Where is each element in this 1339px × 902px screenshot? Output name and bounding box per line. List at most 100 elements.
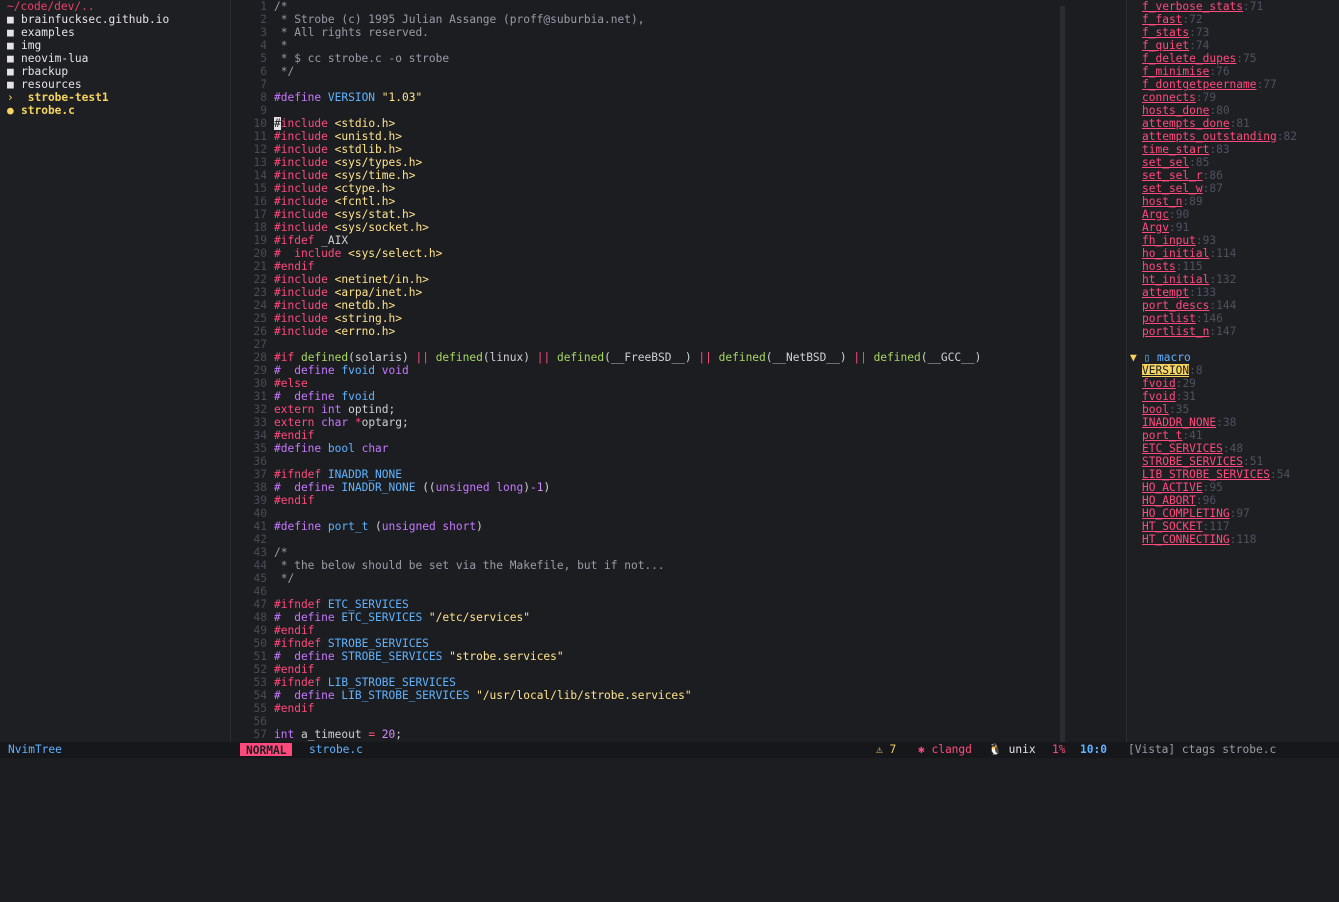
code-line[interactable]: 9 bbox=[231, 104, 1126, 117]
symbol-entry[interactable]: ht_initial:132 bbox=[1127, 273, 1339, 286]
code-line[interactable]: 38 # define INADDR_NONE ((unsigned long)-… bbox=[231, 481, 1126, 494]
symbol-entry[interactable]: attempts_outstanding:82 bbox=[1127, 130, 1339, 143]
command-line[interactable] bbox=[0, 758, 1339, 771]
code-line[interactable]: 3 * All rights reserved. bbox=[231, 26, 1126, 39]
code-line[interactable]: 50 #ifndef STROBE_SERVICES bbox=[231, 637, 1126, 650]
symbol-entry[interactable]: HO_ABORT:96 bbox=[1127, 494, 1339, 507]
symbol-entry[interactable]: f_fast:72 bbox=[1127, 13, 1339, 26]
symbol-entry[interactable]: f_verbose_stats:71 bbox=[1127, 0, 1339, 13]
symbol-entry[interactable]: port_t:41 bbox=[1127, 429, 1339, 442]
tree-item[interactable]: ● strobe.c bbox=[0, 104, 230, 117]
file-tree-pane[interactable]: ~/code/dev/.. ■ brainfucksec.github.io ■ ex… bbox=[0, 0, 230, 742]
symbol-entry[interactable]: ho_initial:114 bbox=[1127, 247, 1339, 260]
symbol-entry[interactable]: portlist:146 bbox=[1127, 312, 1339, 325]
code-line[interactable]: 27 bbox=[231, 338, 1126, 351]
editor-scrollbar[interactable] bbox=[1060, 6, 1065, 742]
symbol-entry[interactable]: set_sel:85 bbox=[1127, 156, 1339, 169]
code-line[interactable]: 11 #include <unistd.h> bbox=[231, 130, 1126, 143]
symbol-entry[interactable]: portlist_n:147 bbox=[1127, 325, 1339, 338]
code-line[interactable]: 20 # include <sys/select.h> bbox=[231, 247, 1126, 260]
code-line[interactable]: 5 * $ cc strobe.c -o strobe bbox=[231, 52, 1126, 65]
code-line[interactable]: 51 # define STROBE_SERVICES "strobe.servi… bbox=[231, 650, 1126, 663]
code-line[interactable]: 56 bbox=[231, 715, 1126, 728]
code-line[interactable]: 57 int a_timeout = 20; bbox=[231, 728, 1126, 741]
code-line[interactable]: 52 #endif bbox=[231, 663, 1126, 676]
code-line[interactable]: 34 #endif bbox=[231, 429, 1126, 442]
code-line[interactable]: 46 bbox=[231, 585, 1126, 598]
code-line[interactable]: 39 #endif bbox=[231, 494, 1126, 507]
symbol-entry[interactable]: connects:79 bbox=[1127, 91, 1339, 104]
code-line[interactable]: 10 #include <stdio.h> bbox=[231, 117, 1126, 130]
tree-item[interactable]: ■ img bbox=[0, 39, 230, 52]
symbol-entry[interactable]: hosts:115 bbox=[1127, 260, 1339, 273]
symbol-entry[interactable]: STROBE_SERVICES:51 bbox=[1127, 455, 1339, 468]
symbol-entry[interactable]: Argc:90 bbox=[1127, 208, 1339, 221]
code-line[interactable]: 4 * bbox=[231, 39, 1126, 52]
symbol-entry[interactable]: ETC_SERVICES:48 bbox=[1127, 442, 1339, 455]
code-line[interactable]: 54 # define LIB_STROBE_SERVICES "/usr/loc… bbox=[231, 689, 1126, 702]
code-line[interactable]: 37 #ifndef INADDR_NONE bbox=[231, 468, 1126, 481]
tree-item[interactable]: ■ rbackup bbox=[0, 65, 230, 78]
symbol-entry[interactable]: host_n:89 bbox=[1127, 195, 1339, 208]
symbol-entry[interactable]: f_quiet:74 bbox=[1127, 39, 1339, 52]
diagnostic-warning-count[interactable]: ⚠ 7 bbox=[876, 742, 896, 758]
symbol-entry[interactable]: f_minimise:76 bbox=[1127, 65, 1339, 78]
code-line[interactable]: 13 #include <sys/types.h> bbox=[231, 156, 1126, 169]
symbol-entry[interactable]: port_descs:144 bbox=[1127, 299, 1339, 312]
symbol-entry[interactable]: attempt:133 bbox=[1127, 286, 1339, 299]
collapse-arrow-icon[interactable]: ▼ bbox=[1130, 351, 1137, 364]
code-line[interactable]: 42 bbox=[231, 533, 1126, 546]
symbol-entry[interactable]: hosts_done:80 bbox=[1127, 104, 1339, 117]
symbol-entry[interactable]: fvoid:29 bbox=[1127, 377, 1339, 390]
symbol-entry[interactable]: HT_CONNECTING:118 bbox=[1127, 533, 1339, 546]
code-line[interactable]: 23 #include <arpa/inet.h> bbox=[231, 286, 1126, 299]
symbol-entry[interactable]: fh_input:93 bbox=[1127, 234, 1339, 247]
symbol-entry[interactable]: f_delete_dupes:75 bbox=[1127, 52, 1339, 65]
code-line[interactable]: 29 # define fvoid void bbox=[231, 364, 1126, 377]
code-line[interactable]: 28 #if defined(solaris) || defined(linux)… bbox=[231, 351, 1126, 364]
symbol-entry[interactable]: HO_COMPLETING:97 bbox=[1127, 507, 1339, 520]
code-line[interactable]: 44 * the below should be set via the Mak… bbox=[231, 559, 1126, 572]
tree-item[interactable]: ■ resources bbox=[0, 78, 230, 91]
code-line[interactable]: 12 #include <stdlib.h> bbox=[231, 143, 1126, 156]
code-line[interactable]: 25 #include <string.h> bbox=[231, 312, 1126, 325]
code-line[interactable]: 40 bbox=[231, 507, 1126, 520]
code-line[interactable]: 48 # define ETC_SERVICES "/etc/services" bbox=[231, 611, 1126, 624]
code-line[interactable]: 26 #include <errno.h> bbox=[231, 325, 1126, 338]
symbol-entry[interactable]: f_stats:73 bbox=[1127, 26, 1339, 39]
code-editor-pane[interactable]: 1/* 2 * Strobe (c) 1995 Julian Assange (p… bbox=[231, 0, 1126, 742]
symbol-entry[interactable]: LIB_STROBE_SERVICES:54 bbox=[1127, 468, 1339, 481]
tree-item[interactable]: ■ brainfucksec.github.io bbox=[0, 13, 230, 26]
code-line[interactable]: 24 #include <netdb.h> bbox=[231, 299, 1126, 312]
symbol-entry[interactable]: attempts_done:81 bbox=[1127, 117, 1339, 130]
symbol-entry[interactable]: HT_SOCKET:117 bbox=[1127, 520, 1339, 533]
code-line[interactable]: 8 #define VERSION "1.03" bbox=[231, 91, 1126, 104]
tree-item[interactable]: › strobe-test1 bbox=[0, 91, 230, 104]
code-line[interactable]: 33 extern char *optarg; bbox=[231, 416, 1126, 429]
code-line[interactable]: 15 #include <ctype.h> bbox=[231, 182, 1126, 195]
code-line[interactable]: 41 #define port_t (unsigned short) bbox=[231, 520, 1126, 533]
symbol-entry[interactable]: bool:35 bbox=[1127, 403, 1339, 416]
symbol-entry[interactable]: set_sel_r:86 bbox=[1127, 169, 1339, 182]
code-line[interactable]: 31 # define fvoid bbox=[231, 390, 1126, 403]
vista-section-header[interactable]: ▼ ▯ macro bbox=[1127, 351, 1339, 364]
code-line[interactable]: 2 * Strobe (c) 1995 Julian Assange (prof… bbox=[231, 13, 1126, 26]
symbol-entry[interactable]: set_sel_w:87 bbox=[1127, 182, 1339, 195]
code-line[interactable]: 49 #endif bbox=[231, 624, 1126, 637]
code-line[interactable]: 16 #include <fcntl.h> bbox=[231, 195, 1126, 208]
code-line[interactable]: 14 #include <sys/time.h> bbox=[231, 169, 1126, 182]
symbol-entry[interactable]: time_start:83 bbox=[1127, 143, 1339, 156]
symbol-entry[interactable]: fvoid:31 bbox=[1127, 390, 1339, 403]
code-line[interactable]: 43 /* bbox=[231, 546, 1126, 559]
code-line[interactable]: 1 /* bbox=[231, 0, 1126, 13]
tree-item[interactable]: ■ examples bbox=[0, 26, 230, 39]
symbol-entry[interactable]: INADDR_NONE:38 bbox=[1127, 416, 1339, 429]
tree-root-path[interactable]: ~/code/dev/.. bbox=[0, 0, 230, 13]
code-line[interactable]: 19 #ifdef _AIX bbox=[231, 234, 1126, 247]
symbol-entry[interactable]: f_dontgetpeername:77 bbox=[1127, 78, 1339, 91]
symbol-entry[interactable]: Argv:91 bbox=[1127, 221, 1339, 234]
code-line[interactable]: 6 */ bbox=[231, 65, 1126, 78]
code-line[interactable]: 55 #endif bbox=[231, 702, 1126, 715]
code-line[interactable]: 32 extern int optind; bbox=[231, 403, 1126, 416]
code-line[interactable]: 35 #define bool char bbox=[231, 442, 1126, 455]
